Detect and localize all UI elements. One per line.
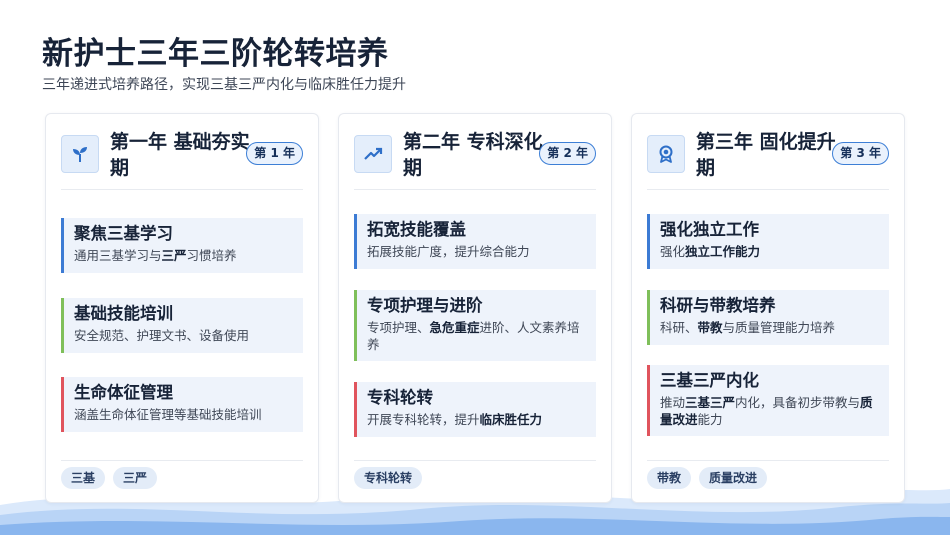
trend-up-icon — [354, 135, 392, 173]
page-subtitle: 三年递进式培养路径，实现三基三严内化与临床胜任力提升 — [42, 77, 406, 93]
list-item: 拓宽技能覆盖 拓展技能广度，提升综合能力 — [354, 214, 596, 269]
year-badge: 第 2 年 — [539, 142, 596, 165]
list-item: 专项护理与进阶 专项护理、急危重症进阶、人文素养培养 — [354, 290, 596, 361]
list-item: 科研与带教培养 科研、带教与质量管理能力培养 — [647, 290, 889, 345]
tag-list: 带教 质量改进 — [647, 467, 768, 489]
item-title: 三基三严内化 — [660, 371, 759, 390]
tag: 质量改进 — [699, 467, 768, 489]
card-title: 第二年 专科深化期 — [403, 131, 543, 179]
item-desc: 强化独立工作能力 — [660, 244, 761, 259]
tag: 带教 — [647, 467, 692, 489]
year-card-1: 第一年 基础夯实期 第 1 年 聚焦三基学习 通用三基学习与三严习惯培养 基础技… — [45, 113, 319, 503]
tag-list: 专科轮转 — [354, 467, 423, 489]
list-item: 专科轮转 开展专科轮转，提升临床胜任力 — [354, 382, 596, 437]
tag: 三严 — [113, 467, 158, 489]
card-header: 第二年 专科深化期 第 2 年 — [354, 129, 596, 189]
item-desc: 拓展技能广度，提升综合能力 — [367, 244, 530, 259]
page-title: 新护士三年三阶轮转培养 — [42, 36, 389, 72]
divider — [647, 460, 889, 461]
item-title: 基础技能培训 — [74, 304, 173, 323]
divider — [354, 460, 596, 461]
year-card-3: 第三年 固化提升期 第 3 年 强化独立工作 强化独立工作能力 科研与带教培养 … — [631, 113, 905, 503]
tag-list: 三基 三严 — [61, 467, 158, 489]
card-header: 第三年 固化提升期 第 3 年 — [647, 129, 889, 189]
card-header: 第一年 基础夯实期 第 1 年 — [61, 129, 303, 189]
item-title: 聚焦三基学习 — [74, 224, 173, 243]
item-desc: 安全规范、护理文书、设备使用 — [74, 328, 250, 343]
list-item: 生命体征管理 涵盖生命体征管理等基础技能培训 — [61, 377, 303, 432]
item-title: 专科轮转 — [367, 388, 433, 407]
list-item: 三基三严内化 推动三基三严内化，具备初步带教与质量改进能力 — [647, 365, 889, 436]
item-desc: 推动三基三严内化，具备初步带教与质量改进能力 — [660, 395, 873, 427]
year-badge: 第 3 年 — [832, 142, 889, 165]
year-badge: 第 1 年 — [246, 142, 303, 165]
item-title: 强化独立工作 — [660, 220, 759, 239]
card-title: 第三年 固化提升期 — [696, 131, 836, 179]
item-desc: 开展专科轮转，提升临床胜任力 — [367, 412, 543, 427]
item-desc: 专项护理、急危重症进阶、人文素养培养 — [367, 320, 580, 352]
list-item: 基础技能培训 安全规范、护理文书、设备使用 — [61, 298, 303, 353]
divider — [61, 460, 303, 461]
divider — [61, 189, 303, 190]
tag: 三基 — [61, 467, 106, 489]
year-card-2: 第二年 专科深化期 第 2 年 拓宽技能覆盖 拓展技能广度，提升综合能力 专项护… — [338, 113, 612, 503]
card-title: 第一年 基础夯实期 — [110, 131, 250, 179]
tag: 专科轮转 — [354, 467, 423, 489]
list-item: 强化独立工作 强化独立工作能力 — [647, 214, 889, 269]
item-title: 拓宽技能覆盖 — [367, 220, 466, 239]
divider — [647, 189, 889, 190]
divider — [354, 189, 596, 190]
item-desc: 科研、带教与质量管理能力培养 — [660, 320, 836, 335]
item-title: 科研与带教培养 — [660, 296, 776, 315]
item-desc: 通用三基学习与三严习惯培养 — [74, 248, 237, 263]
list-item: 聚焦三基学习 通用三基学习与三严习惯培养 — [61, 218, 303, 273]
item-title: 生命体征管理 — [74, 383, 173, 402]
item-title: 专项护理与进阶 — [367, 296, 483, 315]
award-icon — [647, 135, 685, 173]
item-desc: 涵盖生命体征管理等基础技能培训 — [74, 407, 262, 422]
sprout-icon — [61, 135, 99, 173]
